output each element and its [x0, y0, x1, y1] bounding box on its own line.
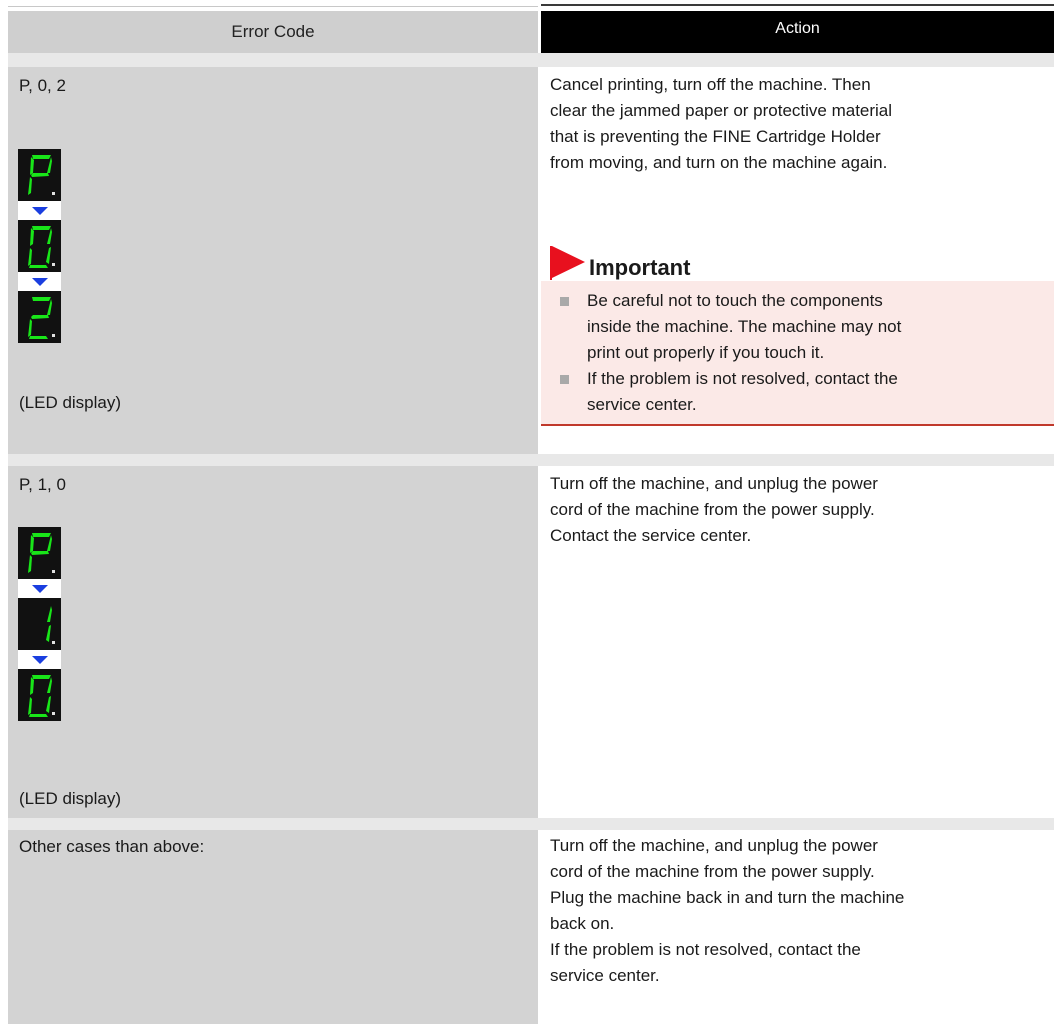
square-bullet-icon — [560, 375, 569, 384]
header-error-code-label: Error Code — [231, 22, 315, 41]
text-line: print out properly if you touch it. — [587, 343, 825, 362]
text-line: Be careful not to touch the components — [587, 291, 883, 310]
led-digit-p — [18, 149, 61, 201]
text-line: cord of the machine from the power suppl… — [550, 500, 875, 519]
led-digit-0 — [18, 220, 61, 272]
row2-action-text: Turn off the machine, and unplug the pow… — [550, 471, 1050, 549]
text-line: Cancel printing, turn off the machine. T… — [550, 75, 871, 94]
triangle-down-icon — [18, 579, 61, 598]
text-line: service center. — [550, 966, 660, 985]
row2-code: P, 1, 0 — [19, 475, 66, 494]
text-line: clear the jammed paper or protective mat… — [550, 101, 893, 120]
row2-led-caption: (LED display) — [19, 789, 122, 808]
row2-led-stack — [18, 527, 61, 721]
square-bullet-icon — [560, 297, 569, 306]
triangle-down-icon — [18, 201, 61, 220]
top-rule-right — [541, 4, 1054, 6]
row3-code: Other cases than above: — [19, 837, 205, 856]
row3-action-cell: Turn off the machine, and unplug the pow… — [541, 830, 1054, 1024]
text-line: inside the machine. The machine may not — [587, 317, 902, 336]
important-title: Important — [589, 255, 691, 280]
row2-action-cell: Turn off the machine, and unplug the pow… — [541, 466, 1054, 818]
row1-error-cell: P, 0, 2 (LED display) — [8, 67, 538, 454]
led-digit-2 — [18, 291, 61, 343]
text-line: cord of the machine from the power suppl… — [550, 862, 875, 881]
row-separator — [8, 454, 1054, 466]
text-line: back on. — [550, 914, 615, 933]
important-item: Be careful not to touch the components i… — [541, 288, 1046, 366]
row1-led-caption: (LED display) — [19, 393, 122, 412]
row2-error-cell: P, 1, 0 (LED display) — [8, 466, 538, 818]
triangle-down-icon — [18, 650, 61, 669]
important-heading: Important — [549, 246, 690, 280]
led-digit-p — [18, 527, 61, 579]
row1-action-text: Cancel printing, turn off the machine. T… — [550, 72, 1050, 176]
header-error-code: Error Code — [8, 11, 538, 53]
row3-action-text: Turn off the machine, and unplug the pow… — [550, 833, 1050, 989]
text-line: Contact the service center. — [550, 526, 752, 545]
row3-error-cell: Other cases than above: — [8, 830, 538, 1024]
led-digit-0 — [18, 669, 61, 721]
text-line: service center. — [587, 395, 697, 414]
text-line: If the problem is not resolved, contact … — [587, 369, 898, 388]
text-line: from moving, and turn on the machine aga… — [550, 153, 888, 172]
row-separator — [8, 53, 1054, 67]
row1-led-stack — [18, 149, 61, 343]
text-line: Plug the machine back in and turn the ma… — [550, 888, 905, 907]
text-line: Turn off the machine, and unplug the pow… — [550, 474, 878, 493]
text-line: Turn off the machine, and unplug the pow… — [550, 836, 878, 855]
header-action: Action — [541, 11, 1054, 53]
text-line: that is preventing the FINE Cartridge Ho… — [550, 127, 881, 146]
text-line: If the problem is not resolved, contact … — [550, 940, 861, 959]
led-digit-1 — [18, 598, 61, 650]
header-action-label: Action — [775, 20, 820, 37]
row1-action-cell: Cancel printing, turn off the machine. T… — [541, 67, 1054, 454]
row1-code: P, 0, 2 — [19, 76, 66, 95]
triangle-down-icon — [18, 272, 61, 291]
top-rule-left — [8, 6, 538, 7]
important-item: If the problem is not resolved, contact … — [541, 366, 1046, 418]
red-flag-icon — [550, 246, 585, 280]
important-box: Be careful not to touch the components i… — [541, 281, 1054, 426]
row-separator — [8, 818, 1054, 830]
